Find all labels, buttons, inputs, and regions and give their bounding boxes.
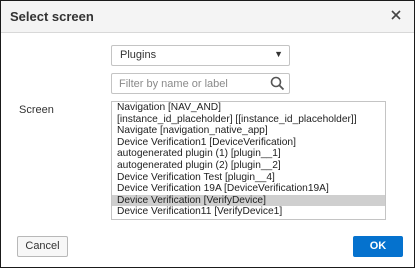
ok-button[interactable]: OK (353, 236, 403, 257)
type-filter-value: Plugins (120, 49, 157, 61)
dialog-header: Select screen (1, 1, 414, 33)
screen-option[interactable]: autogenerated plugin (1) [plugin__1] (112, 148, 385, 160)
screen-option[interactable]: Device Verification Test [plugin__4] (112, 172, 385, 184)
caret-down-icon: ▼ (274, 49, 283, 59)
search-icon[interactable] (270, 76, 285, 91)
search-input[interactable] (112, 74, 269, 93)
screen-option[interactable]: Device Verification11 [VerifyDevice1] (112, 206, 385, 218)
screen-option[interactable]: Device Verification 19A [DeviceVerificat… (112, 183, 385, 195)
cancel-button[interactable]: Cancel (17, 236, 68, 257)
type-filter-select[interactable]: Plugins ▼ (111, 45, 290, 66)
search-field (111, 73, 290, 94)
screen-option[interactable]: Navigation [NAV_AND] (112, 102, 385, 114)
screen-option[interactable]: [instance_id_placeholder] [[instance_id_… (112, 114, 385, 126)
screen-option[interactable]: autogenerated plugin (2) [plugin__2] (112, 160, 385, 172)
close-icon[interactable] (388, 7, 404, 23)
select-screen-dialog: Select screen Plugins ▼ Screen Navigatio… (0, 0, 415, 268)
screen-label: Screen (19, 104, 54, 116)
screen-option[interactable]: Device Verification1 [DeviceVerification… (112, 137, 385, 149)
screen-listbox[interactable]: Navigation [NAV_AND] [instance_id_placeh… (111, 101, 386, 220)
screen-option-selected[interactable]: Device Verification [VerifyDevice] (112, 194, 385, 207)
dialog-title: Select screen (10, 9, 94, 24)
screen-option[interactable]: Navigate [navigation_native_app] (112, 125, 385, 137)
